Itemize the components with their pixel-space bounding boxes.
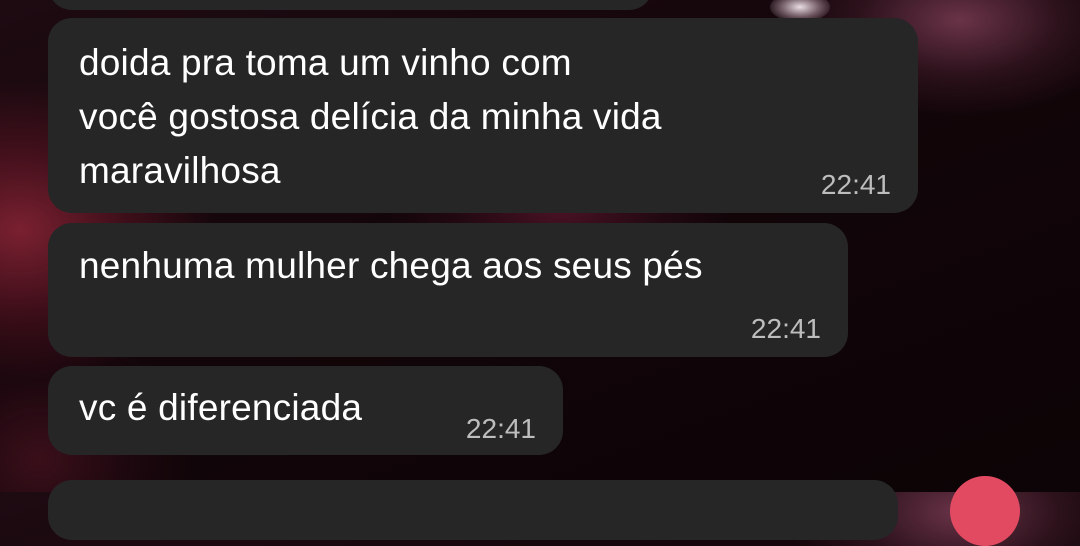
message-bubble[interactable]: vc é diferenciada 22:41 xyxy=(48,366,563,455)
message-bubble-next[interactable] xyxy=(48,480,898,540)
message-bubble-previous[interactable] xyxy=(48,0,653,10)
message-text: nenhuma mulher chega aos seus pés xyxy=(79,245,703,286)
message-text: vc é diferenciada xyxy=(79,387,363,428)
message-timestamp: 22:41 xyxy=(750,313,821,344)
scroll-down-button[interactable] xyxy=(950,476,1020,546)
message-timestamp: 22:41 xyxy=(820,169,891,200)
message-bubble[interactable]: nenhuma mulher chega aos seus pés 22:41 xyxy=(48,223,848,357)
message-timestamp: 22:41 xyxy=(465,413,536,444)
message-bubble[interactable]: doida pra toma um vinho com você gostosa… xyxy=(48,18,918,213)
message-text: doida pra toma um vinho com você gostosa… xyxy=(79,42,662,191)
